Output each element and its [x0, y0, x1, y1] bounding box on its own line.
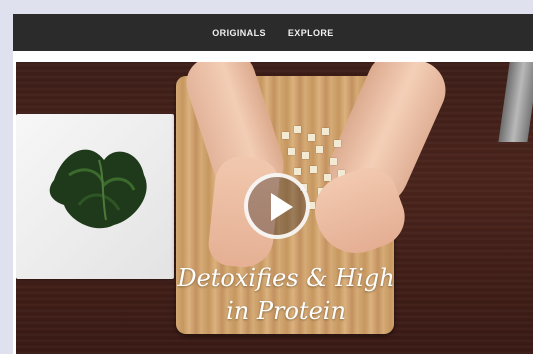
top-navigation-bar: ORIGINALS EXPLORE [13, 14, 533, 51]
video-player[interactable]: Detoxifies & High in Protein [16, 62, 533, 354]
play-icon [271, 193, 293, 221]
video-caption: Detoxifies & High in Protein [166, 262, 406, 328]
kale-leaves-image [49, 149, 147, 229]
page-frame: ORIGINALS EXPLORE Detoxifies & High in P… [13, 14, 533, 354]
caption-line-2: in Protein [226, 297, 346, 325]
caption-line-1: Detoxifies & High [177, 264, 395, 292]
nav-originals-link[interactable]: ORIGINALS [212, 28, 266, 38]
play-button[interactable] [244, 173, 310, 239]
nav-explore-link[interactable]: EXPLORE [288, 28, 334, 38]
